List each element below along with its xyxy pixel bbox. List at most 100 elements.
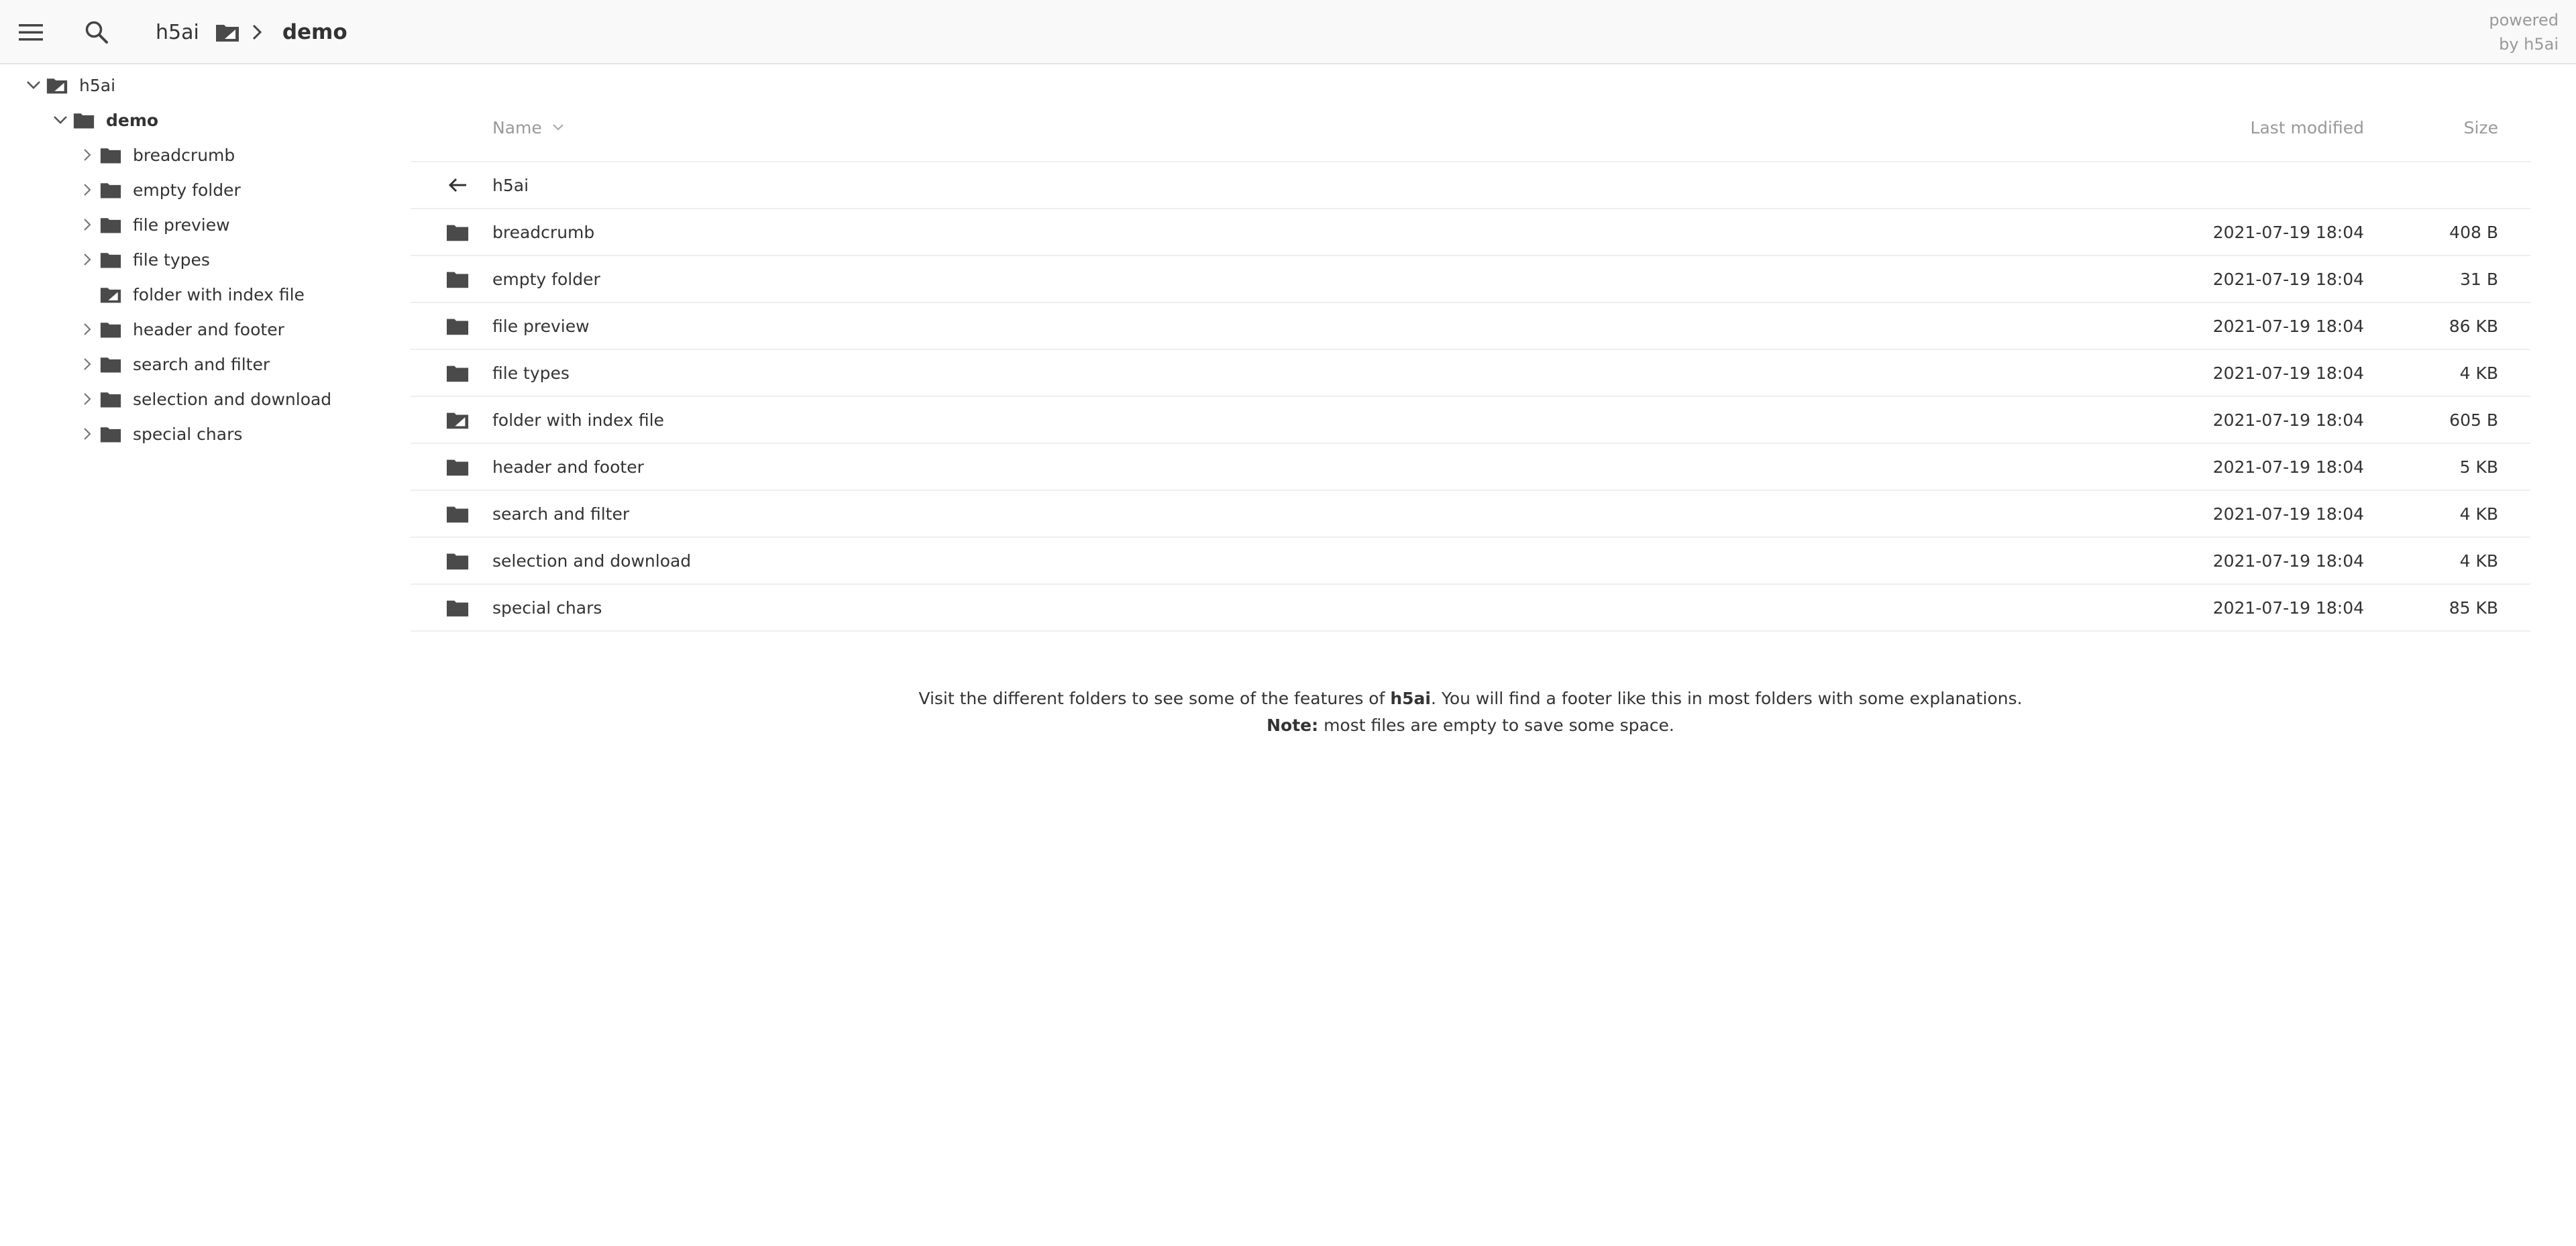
folder-with-index-icon bbox=[215, 22, 239, 42]
row-name: file types bbox=[492, 363, 570, 383]
row-modified: 2021-07-19 18:04 bbox=[2212, 222, 2364, 242]
table-row[interactable]: file types 2021-07-19 18:04 4 KB bbox=[411, 350, 2530, 397]
tree-item-h5ai[interactable]: h5ai bbox=[21, 68, 115, 102]
footer-text-bold: Note: bbox=[1267, 716, 1319, 735]
chevron-right-icon[interactable] bbox=[75, 173, 99, 207]
row-modified: 2021-07-19 18:04 bbox=[2212, 269, 2364, 289]
tree-item-file-preview[interactable]: file preview bbox=[75, 208, 230, 241]
breadcrumb-item-demo[interactable]: demo bbox=[282, 20, 347, 44]
row-size: 4 KB bbox=[2459, 551, 2498, 571]
name-column-header[interactable]: Name bbox=[492, 94, 565, 161]
row-name: breadcrumb bbox=[492, 222, 595, 242]
chevron-right-icon[interactable] bbox=[75, 417, 99, 451]
folder-icon bbox=[443, 444, 472, 490]
column-label: Name bbox=[492, 117, 542, 137]
folder-icon bbox=[443, 491, 472, 536]
tree-item-folder-with-index-file[interactable]: folder with index file bbox=[75, 278, 305, 311]
chevron-right-icon bbox=[252, 23, 262, 41]
folder-icon bbox=[443, 209, 472, 255]
row-modified: 2021-07-19 18:04 bbox=[2212, 316, 2364, 336]
powered-line: powered bbox=[2489, 11, 2559, 30]
folder-with-index-icon bbox=[99, 278, 122, 311]
row-modified: 2021-07-19 18:04 bbox=[2212, 551, 2364, 571]
row-modified: 2021-07-19 18:04 bbox=[2212, 363, 2364, 383]
parent-folder-row[interactable]: h5ai bbox=[411, 162, 2530, 209]
folder-icon bbox=[99, 347, 122, 381]
tree-item-demo[interactable]: demo bbox=[48, 103, 158, 137]
folder-icon bbox=[99, 313, 122, 346]
row-name: folder with index file bbox=[492, 410, 664, 430]
table-row[interactable]: file preview 2021-07-19 18:04 86 KB bbox=[411, 303, 2530, 350]
row-name: file preview bbox=[492, 316, 590, 336]
powered-line: by h5ai bbox=[2499, 35, 2559, 54]
tree-item-special-chars[interactable]: special chars bbox=[75, 417, 242, 451]
chevron-right-icon[interactable] bbox=[75, 347, 99, 381]
breadcrumb-item-h5ai[interactable]: h5ai bbox=[156, 21, 199, 44]
chevron-down-icon[interactable] bbox=[48, 103, 72, 137]
row-size: 31 B bbox=[2460, 269, 2498, 289]
row-modified: 2021-07-19 18:04 bbox=[2212, 410, 2364, 430]
powered-by-link[interactable]: powered by h5ai bbox=[2489, 8, 2559, 56]
chevron-right-icon[interactable] bbox=[75, 382, 99, 416]
arrow-left-icon bbox=[443, 162, 472, 208]
tree-item-label: selection and download bbox=[133, 389, 332, 409]
folder-icon bbox=[99, 173, 122, 207]
hamburger-menu-icon[interactable] bbox=[15, 16, 47, 48]
last-modified-column-header[interactable]: Last modified bbox=[2251, 94, 2364, 161]
folder-icon bbox=[99, 417, 122, 451]
tree-item-empty-folder[interactable]: empty folder bbox=[75, 173, 241, 207]
tree-item-breadcrumb[interactable]: breadcrumb bbox=[75, 138, 235, 172]
tree-item-label: file types bbox=[133, 249, 210, 270]
chevron-down-icon bbox=[551, 123, 565, 132]
table-row[interactable]: search and filter 2021-07-19 18:04 4 KB bbox=[411, 491, 2530, 538]
chevron-right-icon[interactable] bbox=[75, 208, 99, 241]
row-size: 5 KB bbox=[2459, 457, 2498, 477]
folder-with-index-icon bbox=[46, 68, 68, 102]
folder-icon bbox=[443, 585, 472, 630]
footer-text: Visit the different folders to see some … bbox=[918, 689, 1391, 708]
top-bar: h5ai demo powered by h5ai bbox=[0, 0, 2576, 64]
tree-item-search-and-filter[interactable]: search and filter bbox=[75, 347, 270, 381]
table-row[interactable]: empty folder 2021-07-19 18:04 31 B bbox=[411, 256, 2530, 303]
footer-text-bold: h5ai bbox=[1390, 689, 1431, 708]
table-row[interactable]: folder with index file 2021-07-19 18:04 … bbox=[411, 397, 2530, 444]
tree-item-label: search and filter bbox=[133, 354, 270, 374]
row-name: empty folder bbox=[492, 269, 600, 289]
search-icon[interactable] bbox=[80, 16, 113, 48]
row-name: search and filter bbox=[492, 504, 630, 524]
chevron-right-icon[interactable] bbox=[75, 138, 99, 172]
tree-item-label: folder with index file bbox=[133, 284, 305, 304]
chevron-down-icon[interactable] bbox=[21, 68, 46, 102]
chevron-right-icon[interactable] bbox=[75, 313, 99, 346]
folder-icon bbox=[443, 303, 472, 349]
tree-item-label: demo bbox=[106, 110, 159, 130]
row-size: 86 KB bbox=[2449, 316, 2498, 336]
folder-icon bbox=[72, 103, 95, 137]
folder-icon bbox=[99, 243, 122, 276]
tree-item-label: file preview bbox=[133, 215, 230, 235]
folder-with-index-icon bbox=[443, 397, 472, 443]
table-row[interactable]: breadcrumb 2021-07-19 18:04 408 B bbox=[411, 209, 2530, 256]
row-size: 4 KB bbox=[2459, 363, 2498, 383]
folder-icon bbox=[443, 350, 472, 396]
tree-item-label: breadcrumb bbox=[133, 145, 235, 165]
tree-item-selection-and-download[interactable]: selection and download bbox=[75, 382, 331, 416]
row-modified: 2021-07-19 18:04 bbox=[2212, 598, 2364, 618]
table-row[interactable]: selection and download 2021-07-19 18:04 … bbox=[411, 538, 2530, 585]
folder-icon bbox=[99, 138, 122, 172]
row-name: selection and download bbox=[492, 551, 692, 571]
table-row[interactable]: header and footer 2021-07-19 18:04 5 KB bbox=[411, 444, 2530, 491]
folder-icon bbox=[99, 382, 122, 416]
row-size: 85 KB bbox=[2449, 598, 2498, 618]
row-name: header and footer bbox=[492, 457, 644, 477]
chevron-right-icon[interactable] bbox=[75, 243, 99, 276]
tree-item-header-and-footer[interactable]: header and footer bbox=[75, 313, 284, 346]
row-name: h5ai bbox=[492, 175, 529, 195]
table-row[interactable]: special chars 2021-07-19 18:04 85 KB bbox=[411, 585, 2530, 632]
footer-text: . You will find a footer like this in mo… bbox=[1430, 689, 2023, 708]
size-column-header[interactable]: Size bbox=[2464, 94, 2498, 161]
tree-item-file-types[interactable]: file types bbox=[75, 243, 210, 276]
tree-item-label: empty folder bbox=[133, 180, 241, 200]
row-modified: 2021-07-19 18:04 bbox=[2212, 457, 2364, 477]
